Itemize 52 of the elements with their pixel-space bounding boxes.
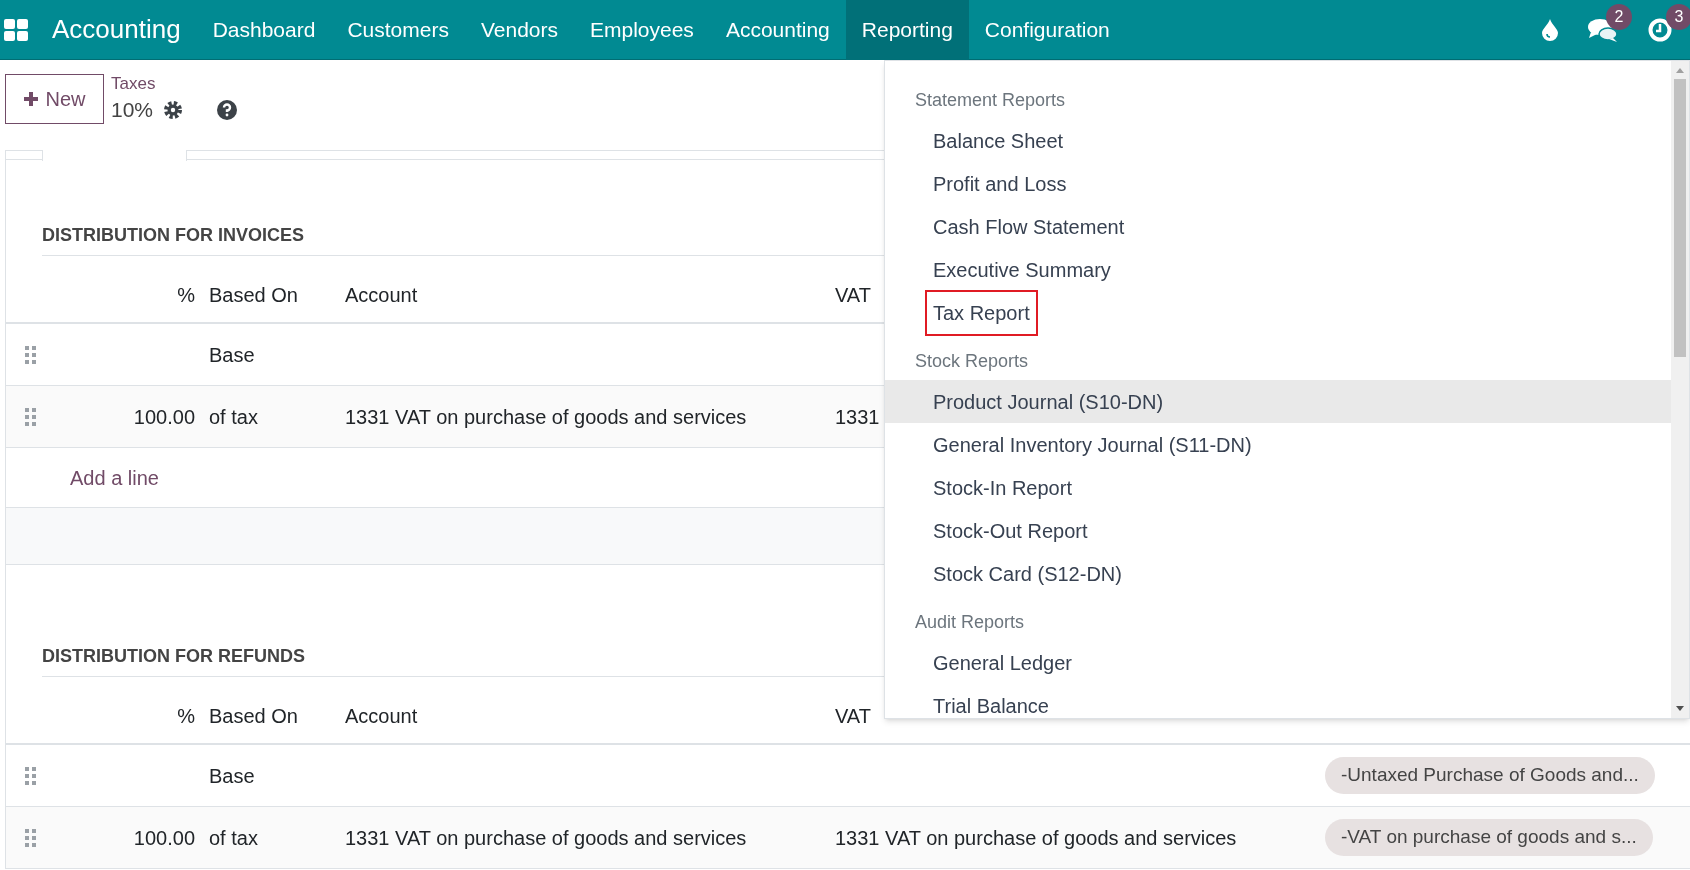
menu-section-header: Audit Reports (914, 610, 1026, 634)
add-line-link[interactable]: Add a line (70, 462, 159, 493)
counterpart-account-cell: 1331 VAT on purchase of goods and services (835, 826, 1237, 849)
column-header[interactable]: VAT (835, 705, 871, 727)
menu-item[interactable]: Customers (331, 0, 465, 60)
app-name[interactable]: Accounting (52, 10, 181, 49)
tax-grid-tag: -Untaxed Purchase of Goods and... (1325, 757, 1655, 794)
column-header[interactable]: VAT (835, 284, 871, 306)
apps-menu-icon[interactable] (4, 18, 28, 41)
percent-cell: 100.00 (133, 405, 195, 428)
based-on-cell: of tax (209, 826, 258, 849)
new-button[interactable]: New (5, 74, 104, 124)
scrollbar[interactable] (1671, 61, 1689, 718)
counterpart-account-cell: 1331 (835, 405, 880, 428)
menu-item[interactable]: Vendors (464, 0, 574, 60)
drag-handle-icon[interactable] (25, 345, 37, 364)
section-title: DISTRIBUTION FOR REFUNDS (42, 645, 305, 668)
menu-section-header: Statement Reports (914, 88, 1067, 112)
menu-item[interactable]: Tax Report (925, 289, 1038, 336)
column-header[interactable]: Based On (209, 284, 298, 306)
based-on-cell: Base (209, 764, 255, 787)
clock-icon[interactable] (1648, 17, 1672, 42)
plus-icon (23, 91, 40, 107)
column-header[interactable]: % (177, 284, 195, 306)
notification-badge: 3 (1666, 3, 1690, 30)
notification-badge: 2 (1606, 3, 1632, 30)
menu-item[interactable]: Employees (574, 0, 710, 60)
record-title: 10% (111, 97, 154, 123)
based-on-cell: of tax (209, 405, 258, 428)
account-cell: 1331 VAT on purchase of goods and services (345, 826, 747, 849)
menu-item[interactable]: Dashboard (196, 0, 332, 60)
drag-handle-icon[interactable] (25, 407, 37, 426)
column-header[interactable]: Based On (209, 705, 298, 727)
menu-item[interactable]: Reporting (845, 0, 969, 60)
column-header[interactable]: Account (345, 284, 418, 306)
drag-handle-icon[interactable] (25, 766, 37, 785)
menu-item[interactable]: Configuration (968, 0, 1126, 60)
account-cell: 1331 VAT on purchase of goods and services (345, 405, 747, 428)
menu-item[interactable]: Accounting (709, 0, 846, 60)
column-header[interactable]: Account (345, 705, 418, 727)
help-icon[interactable] (217, 100, 238, 120)
tax-grid-tag: -VAT on purchase of goods and s... (1325, 819, 1653, 856)
droplet-icon[interactable] (1542, 18, 1558, 41)
settings-icon[interactable] (163, 100, 184, 120)
menu-section-header: Stock Reports (914, 349, 1030, 373)
scroll-thumb[interactable] (1674, 79, 1686, 357)
breadcrumb-link[interactable]: Taxes (111, 74, 238, 94)
column-header[interactable]: % (177, 705, 195, 727)
percent-cell: 100.00 (133, 826, 195, 849)
drag-handle-icon[interactable] (25, 828, 37, 847)
section-title: DISTRIBUTION FOR INVOICES (42, 224, 304, 247)
based-on-cell: Base (209, 343, 255, 366)
